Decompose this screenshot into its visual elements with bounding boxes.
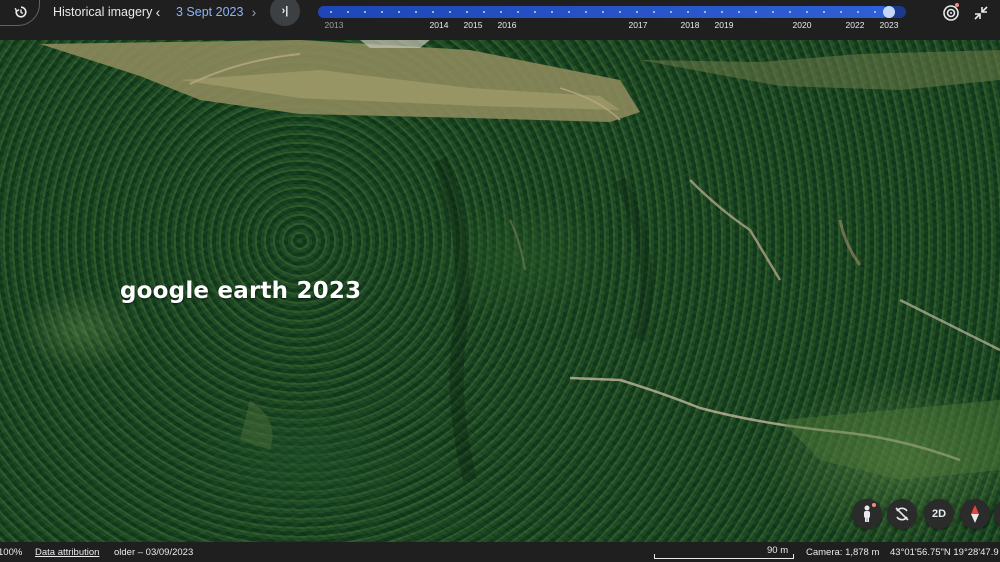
history-icon: [14, 6, 27, 18]
year-label-2020[interactable]: 2020: [793, 20, 812, 30]
timeline-tick: [670, 11, 672, 13]
timeline-tick: [517, 11, 519, 13]
timeline-tick: [398, 11, 400, 13]
timeline-tick: [755, 11, 757, 13]
previous-date-button[interactable]: ‹: [150, 3, 166, 21]
timeline-tick: [466, 11, 468, 13]
timeline-tick: [687, 11, 689, 13]
timeline-tick: [806, 11, 808, 13]
next-date-button[interactable]: ›: [246, 3, 262, 21]
street-view-button[interactable]: [852, 499, 882, 529]
year-label-2016[interactable]: 2016: [498, 20, 517, 30]
timeline-tick: [568, 11, 570, 13]
year-label-2019[interactable]: 2019: [715, 20, 734, 30]
timeline-tick: [585, 11, 587, 13]
selected-date: 3 Sept 2023: [176, 5, 244, 19]
coordinates: 43°01'56.75"N 19°28'47.9: [890, 547, 999, 558]
collapse-icon: [974, 6, 988, 20]
notification-dot: [955, 3, 959, 7]
collapse-button[interactable]: [970, 2, 992, 24]
timeline-tick: [551, 11, 553, 13]
timeline-tick: [381, 11, 383, 13]
pegman-icon: [864, 505, 870, 522]
year-label-2023[interactable]: 2023: [880, 20, 899, 30]
timeline-tick: [840, 11, 842, 13]
timeline-tick: [789, 11, 791, 13]
timeline-tick: [602, 11, 604, 13]
timeline-handle[interactable]: [883, 6, 895, 18]
reset-tilt-button[interactable]: [887, 499, 917, 529]
skip-to-end-icon: ›|: [281, 5, 289, 17]
timeline-tick: [636, 11, 638, 13]
timeline-tick: [653, 11, 655, 13]
year-label-2013[interactable]: 2013: [325, 20, 344, 30]
imagery-date: older – 03/09/2023: [114, 547, 194, 558]
reset-tilt-icon: [895, 507, 909, 521]
timeline-tick: [432, 11, 434, 13]
timeline-tick: [500, 11, 502, 13]
timeline-tick: [704, 11, 706, 13]
top-bar: Historical imagery ‹ 3 Sept 2023 › ›| 20…: [0, 0, 1000, 40]
timeline-tick: [772, 11, 774, 13]
timeline-slider[interactable]: [318, 6, 906, 18]
timeline-tick: [330, 11, 332, 13]
timeline-tick: [721, 11, 723, 13]
year-label-2022[interactable]: 2022: [846, 20, 865, 30]
timeline-tick: [364, 11, 366, 13]
timeline-tick: [857, 11, 859, 13]
timeline-tick: [823, 11, 825, 13]
scale-label: 90 m: [767, 545, 789, 556]
data-attribution-link[interactable]: Data attribution: [35, 547, 99, 558]
timeline-tick: [874, 11, 876, 13]
year-label-2018[interactable]: 2018: [681, 20, 700, 30]
compass-button[interactable]: [960, 499, 990, 529]
timeline-tick: [415, 11, 417, 13]
year-label-2017[interactable]: 2017: [629, 20, 648, 30]
watermark-text: google earth 2023: [120, 278, 362, 304]
timeline-tick: [534, 11, 536, 13]
view-2d-button[interactable]: 2D: [924, 499, 954, 529]
year-label-2014[interactable]: 2014: [430, 20, 449, 30]
jump-to-latest-button[interactable]: ›|: [270, 0, 300, 26]
zoom-level: 100%: [0, 547, 23, 558]
timeline-tick: [347, 11, 349, 13]
satellite-map-view[interactable]: google earth 2023: [0, 40, 1000, 542]
status-bar: 100% Data attribution older – 03/09/2023…: [0, 542, 1000, 562]
year-label-2015[interactable]: 2015: [464, 20, 483, 30]
timeline-tick: [483, 11, 485, 13]
street-view-indicator: [872, 503, 876, 507]
timeline-tick: [738, 11, 740, 13]
timeline-tick: [619, 11, 621, 13]
historical-imagery-title: Historical imagery: [53, 5, 153, 19]
compass-icon: [971, 505, 979, 523]
camera-altitude: Camera: 1,878 m: [806, 547, 880, 558]
timeline-tick: [449, 11, 451, 13]
history-button[interactable]: [0, 0, 40, 26]
